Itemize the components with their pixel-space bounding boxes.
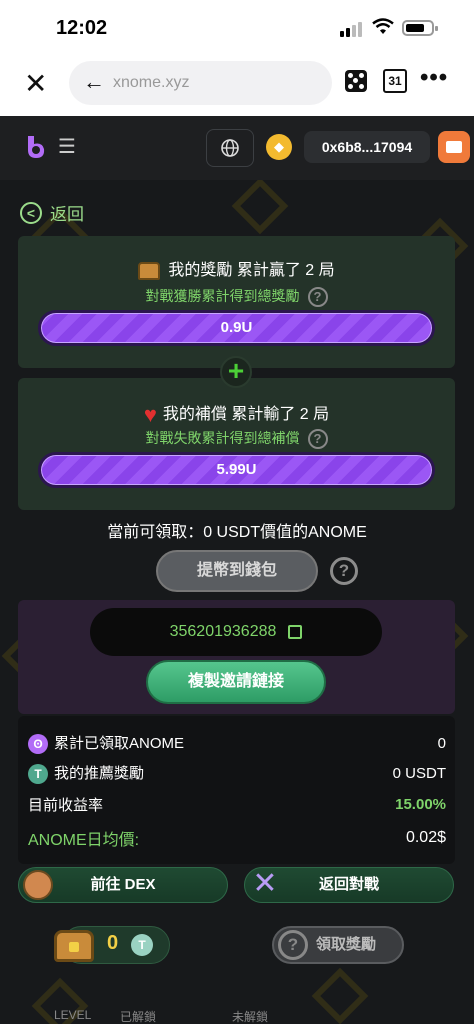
compensation-card: ♥ 我的補償 累計輸了 2 局 對戰失敗累計得到總補償? 5.99U [18,378,455,510]
back-label: 返回 [50,205,84,224]
app-content: ☰ ◆ 0x6b8...17094 < 返回 我的獎勵 累計贏了 2 局 對戰獲… [0,116,474,1024]
wallet-address[interactable]: 0x6b8...17094 [304,131,430,163]
battery-icon [402,20,438,36]
tabs-count-icon[interactable]: 31 [383,69,407,93]
stat-row: ANOME日均價: 0.02$ [28,826,446,850]
wifi-icon [372,18,394,34]
reward-amount-bar: 0.9U [38,310,435,346]
stat-value: 0.02$ [405,829,446,846]
help-icon[interactable]: ? [307,429,328,450]
claim-reward-button[interactable]: ? 領取獎勵 [272,926,404,964]
withdraw-to-wallet-button[interactable]: 提幣到錢包 [156,550,318,592]
stat-row: T 我的推薦獎勵 0 USDT [28,762,446,785]
reward-subtitle: 對戰獲勝累計得到總獎勵 [145,288,300,304]
plus-icon: + [220,356,252,388]
app-logo-icon[interactable] [24,134,48,160]
chest-count: 0 [107,932,119,954]
claim-label: 領取獎勵 [316,936,377,953]
pancake-icon [23,870,53,900]
usdt-icon: T [131,934,153,956]
help-icon: ? [278,930,308,960]
invite-code-box[interactable]: 356201936288 [90,608,382,656]
browser-toolbar: ✕ ← xnome.xyz 31 ••• [0,56,474,116]
help-icon[interactable]: ? [330,557,358,585]
reward-title: 我的獎勵 累計贏了 2 局 [168,262,335,279]
globe-icon [221,139,239,157]
status-bar: 12:02 [0,0,474,56]
claimable-text: 當前可領取：0 USDT價值的ANOME [107,524,367,541]
more-options-icon[interactable]: ••• [420,64,448,92]
url-text: xnome.xyz [113,74,190,91]
battle-icon: ✕ [252,867,278,900]
watermark-icon [311,967,369,1024]
stat-row: 目前收益率 15.00% [28,794,446,815]
app-header: ☰ ◆ 0x6b8...17094 [0,116,474,180]
copy-icon[interactable] [288,624,303,639]
tab-level[interactable]: LEVEL [54,1008,91,1022]
wallet-icon[interactable] [438,131,470,163]
back-arrow-icon[interactable]: ← [83,69,105,95]
back-button[interactable]: < 返回 [20,200,84,225]
compensation-title: 我的補償 累計輸了 2 局 [162,406,330,423]
tab-locked[interactable]: 未解鎖 [232,1008,268,1024]
go-to-dex-button[interactable]: 前往 DEX [18,867,228,903]
signal-icon [340,22,362,37]
help-icon[interactable]: ? [307,287,328,308]
tab-unlocked[interactable]: 已解鎖 [120,1008,156,1024]
close-icon[interactable]: ✕ [24,70,47,98]
compensation-title-row: ♥ 我的補償 累計輸了 2 局 [18,400,455,428]
compensation-subtitle-row: 對戰失敗累計得到總補償? [18,428,455,450]
stat-label: 目前收益率 [28,797,104,814]
compensation-amount-bar: 5.99U [38,452,435,488]
stat-value: 0 USDT [392,764,446,782]
stat-value: 15.00% [395,796,446,813]
invite-code: 356201936288 [169,623,277,640]
stat-label: ANOME日均價: [28,832,140,849]
language-button[interactable] [206,129,254,167]
stat-label: 累計已領取ANOME [54,735,185,752]
treasure-chest-icon [138,261,161,280]
back-to-battle-button[interactable]: ✕ 返回對戰 [244,867,454,903]
reward-title-row: 我的獎勵 累計贏了 2 局 [18,256,455,280]
status-time: 12:02 [56,17,108,39]
stat-value: 0 [437,734,446,752]
treasure-chest-icon [52,922,96,966]
anome-icon: ʘ [28,734,48,755]
back-to-battle-label: 返回對戰 [318,876,379,893]
stat-row: ʘ 累計已領取ANOME 0 [28,732,446,755]
watermark-icon [231,177,289,235]
reward-subtitle-row: 對戰獲勝累計得到總獎勵? [18,286,455,308]
invite-panel: 356201936288 複製邀請鏈接 [18,600,455,714]
stats-panel: ʘ 累計已領取ANOME 0 T 我的推薦獎勵 0 USDT 目前收益率 15.00… [18,716,455,864]
dice-icon[interactable] [345,70,367,92]
url-bar[interactable]: ← xnome.xyz [69,61,332,105]
stat-label: 我的推薦獎勵 [54,765,145,782]
copy-invite-link-button[interactable]: 複製邀請鏈接 [146,660,326,704]
heart-icon: ♥ [143,401,157,427]
menu-collapse-icon[interactable]: ☰ [58,137,76,157]
reward-card: 我的獎勵 累計贏了 2 局 對戰獲勝累計得到總獎勵? 0.9U [18,236,455,368]
back-circle-icon: < [20,201,42,224]
dex-label: 前往 DEX [90,876,156,893]
compensation-subtitle: 對戰失敗累計得到總補償 [145,430,300,446]
bnb-chain-icon[interactable]: ◆ [266,134,292,160]
usdt-icon: T [28,764,48,785]
